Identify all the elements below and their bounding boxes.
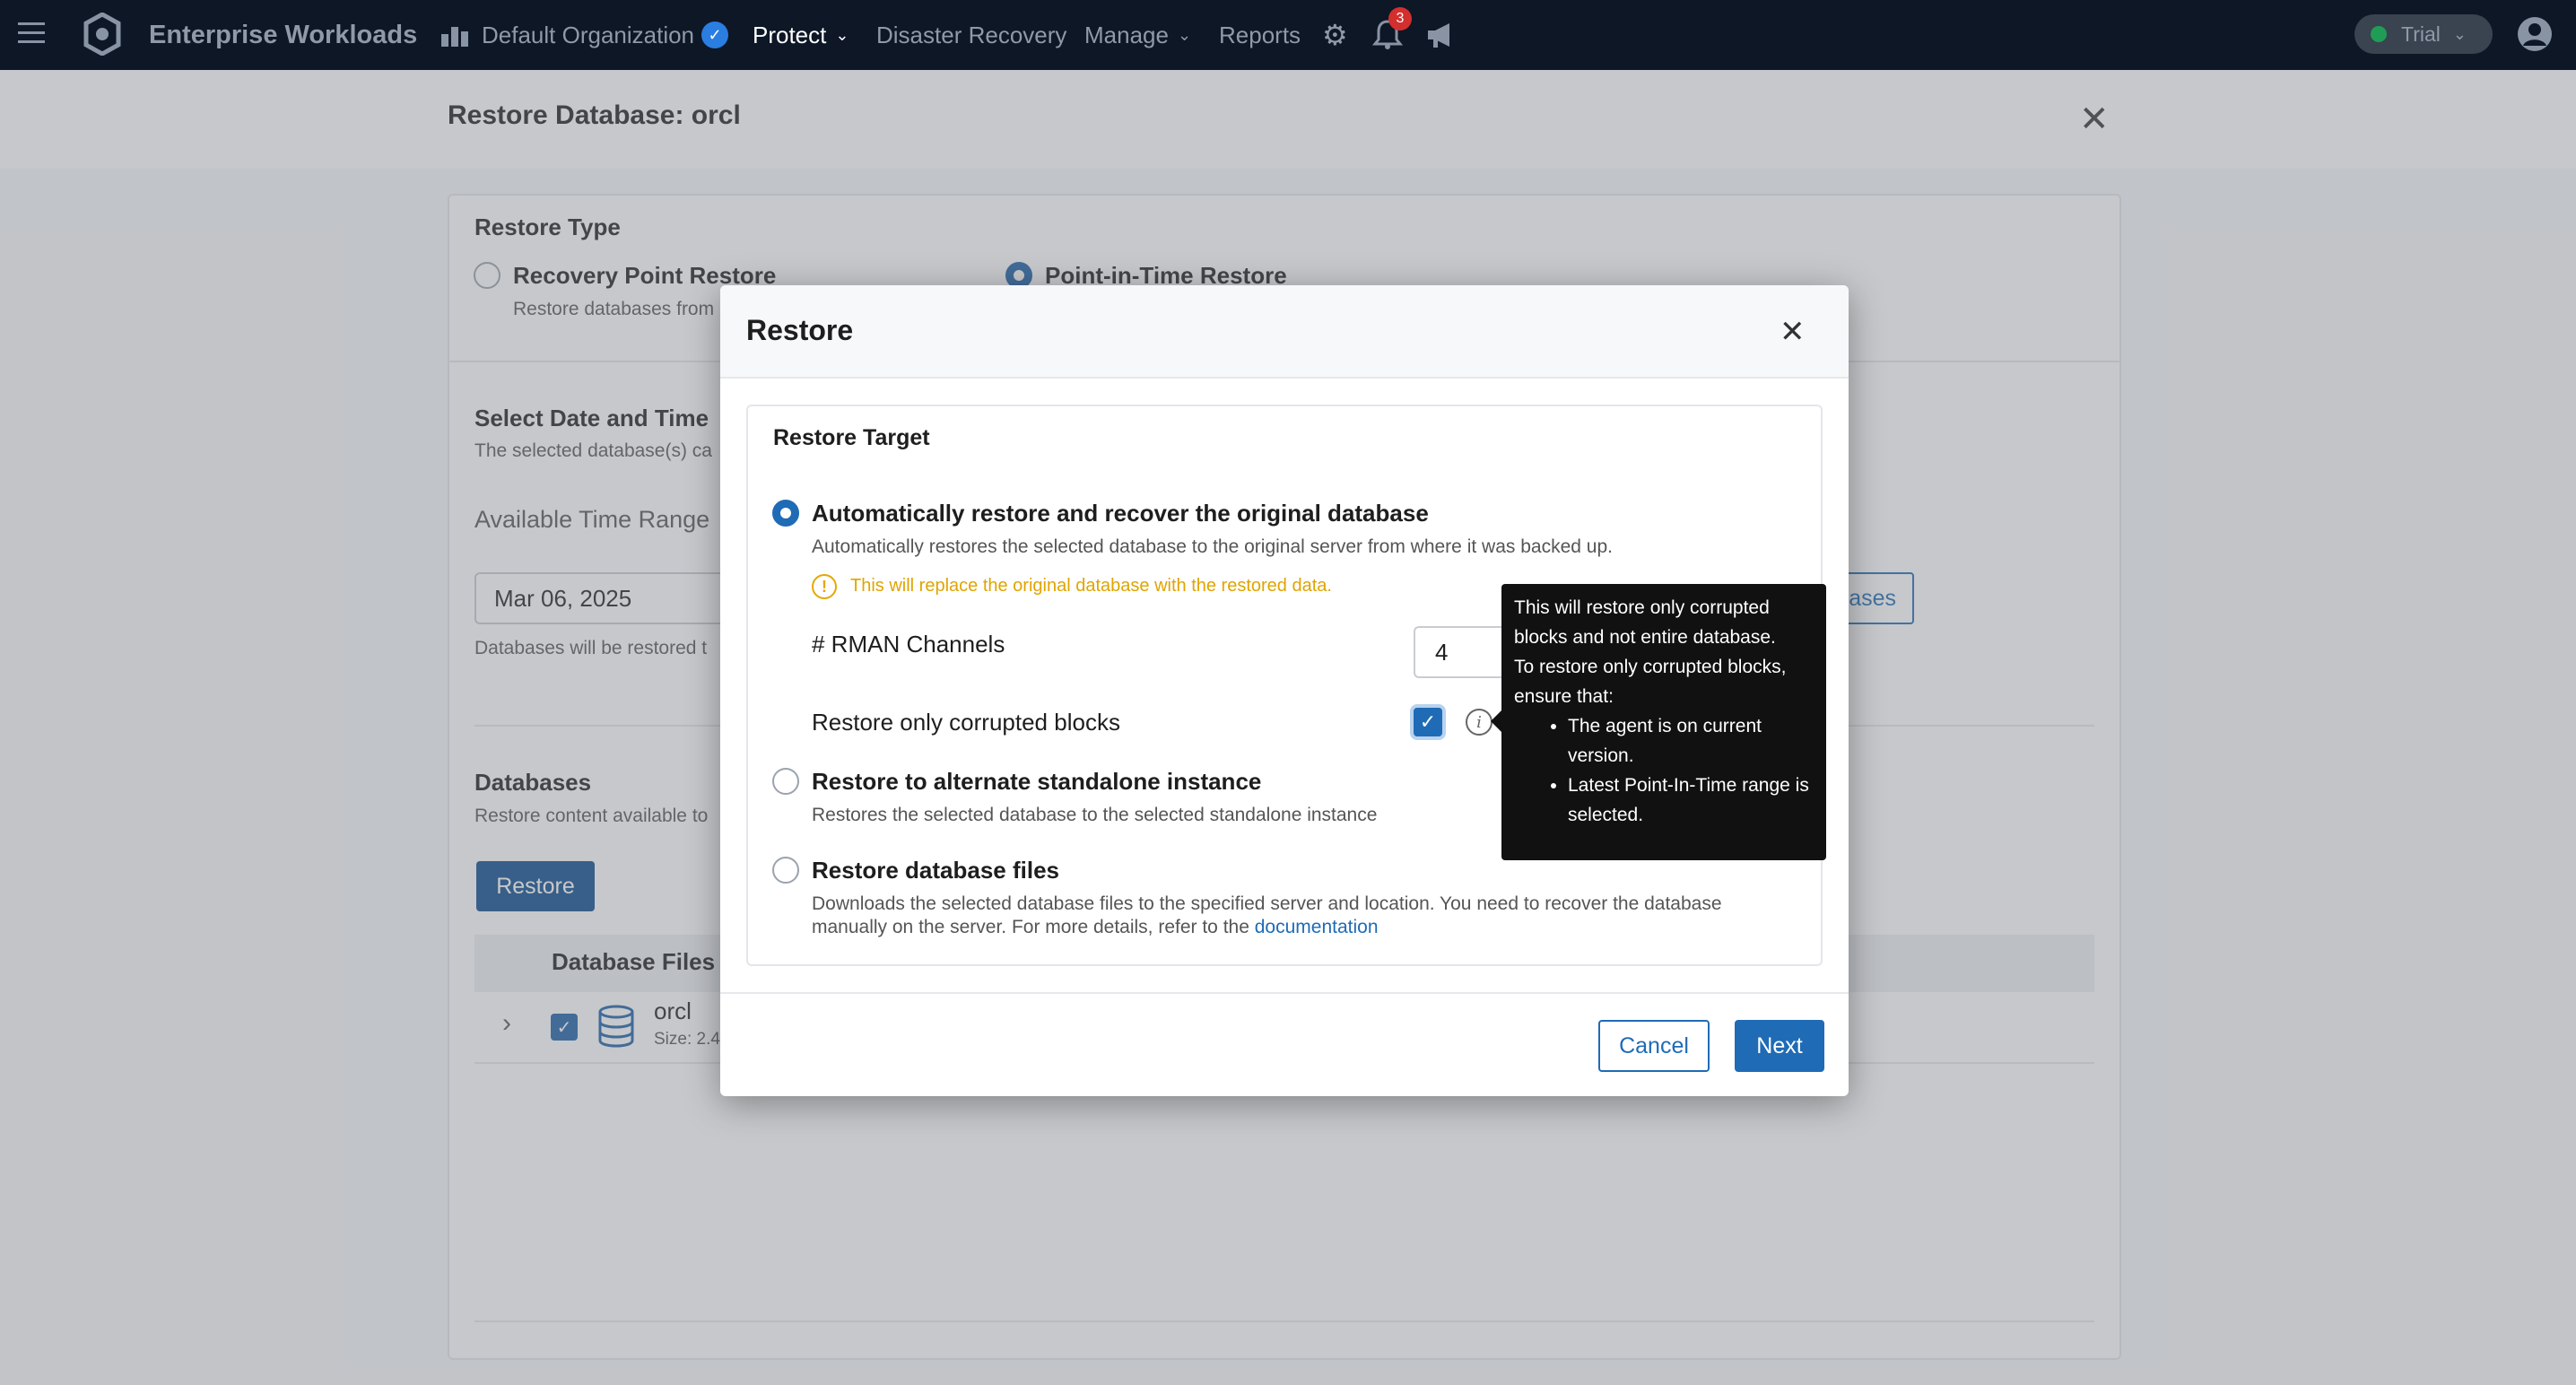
tooltip-bullet-list: The agent is on current version. Latest … [1568, 711, 1814, 830]
corrupted-blocks-tooltip: This will restore only corrupted blocks … [1501, 584, 1826, 860]
tooltip-line: To restore only corrupted blocks, [1514, 657, 1787, 677]
nav-item-manage-label: Manage [1084, 21, 1169, 48]
auto-restore-radio[interactable] [772, 500, 799, 527]
nav-item-reports[interactable]: Reports [1219, 0, 1301, 70]
modal-title: Restore [746, 314, 854, 346]
tooltip-line: blocks and not entire database. [1514, 627, 1776, 648]
tooltip-line: ensure that: [1514, 686, 1614, 707]
announcement-megaphone-icon[interactable] [1426, 22, 1457, 48]
chevron-down-icon: ⌄ [835, 25, 849, 44]
database-files-desc-line1: Downloads the selected database files to… [812, 893, 1722, 914]
trial-status-button[interactable]: Trial ⌄ [2354, 14, 2493, 54]
documentation-link[interactable]: documentation [1255, 917, 1379, 937]
close-icon[interactable]: ✕ [1780, 314, 1806, 350]
alternate-instance-radio[interactable] [772, 768, 799, 795]
organization-icon [441, 27, 468, 47]
nav-item-protect[interactable]: Protect ⌄ [753, 0, 849, 70]
auto-restore-label[interactable]: Automatically restore and recover the or… [812, 500, 1429, 527]
corrupted-blocks-label: Restore only corrupted blocks [812, 709, 1120, 736]
database-files-desc-text: manually on the server. For more details… [812, 917, 1249, 937]
organization-selector[interactable]: Default Organization [482, 0, 694, 70]
tooltip-line: This will restore only corrupted [1514, 597, 1770, 618]
info-icon[interactable]: i [1466, 709, 1493, 736]
trial-label: Trial [2401, 22, 2441, 46]
rman-channels-input[interactable]: 4 [1414, 626, 1512, 678]
database-files-label[interactable]: Restore database files [812, 857, 1059, 884]
tooltip-bullet: Latest Point-In-Time range is selected. [1568, 771, 1814, 830]
top-navigation-bar: Enterprise Workloads Default Organizatio… [0, 0, 2576, 70]
status-dot-icon [2371, 26, 2387, 42]
user-avatar-icon[interactable] [2517, 16, 2553, 52]
settings-gear-icon[interactable]: ⚙ [1322, 18, 1348, 52]
hamburger-menu-icon[interactable] [18, 20, 45, 47]
warning-text: This will replace the original database … [850, 576, 1332, 596]
nav-item-disaster-recovery[interactable]: Disaster Recovery [876, 0, 1066, 70]
tooltip-bullet: The agent is on current version. [1568, 711, 1814, 771]
app-logo-icon [83, 13, 121, 56]
corrupted-blocks-checkbox[interactable]: ✓ [1414, 708, 1442, 736]
database-files-desc-line2: manually on the server. For more details… [812, 917, 1379, 938]
notification-count-badge: 3 [1388, 7, 1412, 30]
alternate-instance-desc: Restores the selected database to the se… [812, 805, 1378, 825]
verified-badge-icon: ✓ [701, 22, 728, 48]
warning-icon: ! [812, 574, 837, 599]
rman-channels-label: # RMAN Channels [812, 631, 1005, 658]
restore-target-title: Restore Target [773, 425, 930, 450]
modal-footer-divider [720, 992, 1849, 994]
alternate-instance-label[interactable]: Restore to alternate standalone instance [812, 768, 1261, 796]
auto-restore-desc: Automatically restores the selected data… [812, 536, 1613, 557]
app-title[interactable]: Enterprise Workloads [149, 0, 417, 70]
modal-header [720, 285, 1849, 379]
chevron-down-icon: ⌄ [1177, 25, 1192, 44]
database-files-radio[interactable] [772, 857, 799, 884]
nav-item-manage[interactable]: Manage ⌄ [1084, 0, 1191, 70]
chevron-down-icon: ⌄ [2452, 24, 2467, 43]
checkmark-icon: ✓ [1419, 710, 1437, 733]
cancel-button[interactable]: Cancel [1598, 1020, 1710, 1072]
tooltip-arrow [1491, 710, 1501, 732]
nav-item-protect-label: Protect [753, 21, 827, 48]
next-button[interactable]: Next [1735, 1020, 1824, 1072]
